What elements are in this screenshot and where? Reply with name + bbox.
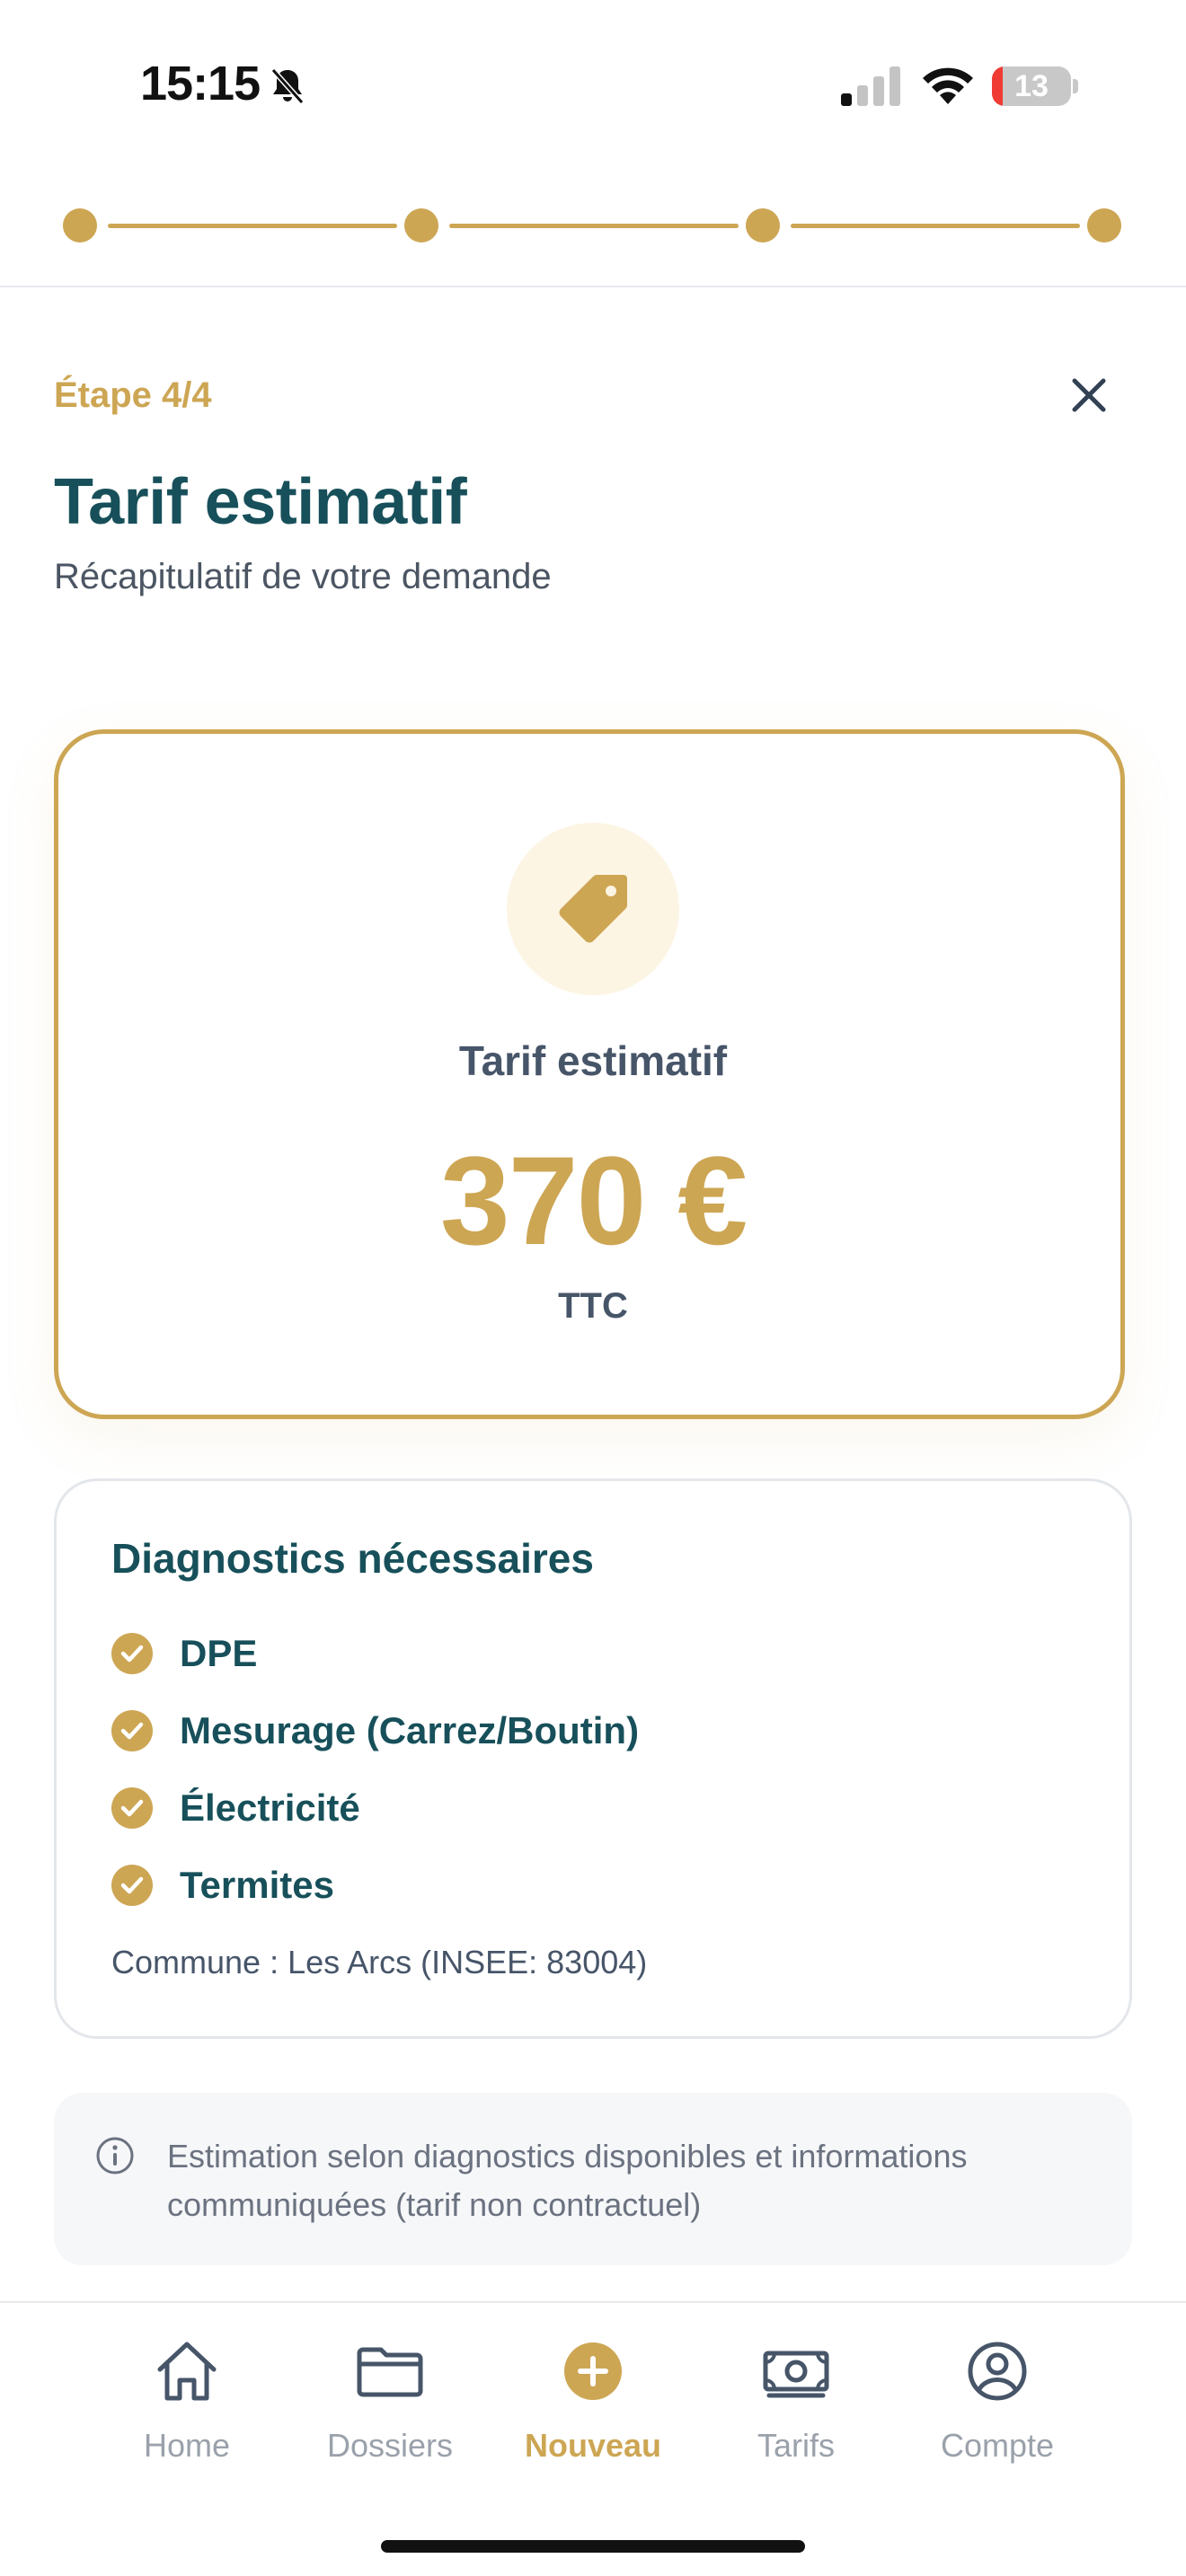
tab-home[interactable]: Home bbox=[88, 2335, 286, 2479]
tab-label: Home bbox=[143, 2427, 231, 2464]
tab-label: Dossiers bbox=[326, 2427, 454, 2464]
step-dot-4 bbox=[1087, 208, 1121, 243]
plus-circle-icon bbox=[564, 2342, 622, 2400]
diagnostics-title: Diagnostics nécessaires bbox=[111, 1535, 594, 1582]
close-icon[interactable] bbox=[1064, 370, 1114, 420]
tab-nouveau[interactable]: Nouveau bbox=[494, 2335, 692, 2479]
diagnostic-label: DPE bbox=[180, 1632, 258, 1674]
header-divider bbox=[0, 286, 1186, 287]
progress-stepper bbox=[63, 208, 1123, 244]
step-line-1 bbox=[108, 224, 397, 228]
price-tag-badge bbox=[507, 823, 679, 995]
check-circle-icon bbox=[111, 1710, 153, 1751]
folder-icon bbox=[357, 2347, 423, 2397]
tab-label: Tarifs bbox=[757, 2427, 835, 2464]
step-dot-1 bbox=[63, 208, 97, 243]
diagnostic-label: Termites bbox=[180, 1864, 334, 1906]
diagnostic-label: Mesurage (Carrez/Boutin) bbox=[180, 1709, 640, 1751]
price-tag-icon bbox=[559, 875, 627, 943]
tabbar-divider bbox=[0, 2301, 1186, 2303]
step-line-3 bbox=[791, 224, 1080, 228]
check-circle-icon bbox=[111, 1865, 153, 1906]
page-subtitle: Récapitulatif de votre demande bbox=[54, 557, 552, 596]
tab-label: Nouveau bbox=[524, 2427, 662, 2464]
status-time: 15:15 bbox=[140, 57, 261, 110]
step-line-2 bbox=[449, 224, 739, 228]
diagnostic-item: DPE bbox=[111, 1631, 257, 1676]
info-text: Estimation selon diagnostics disponibles… bbox=[167, 2138, 968, 2223]
tab-tarifs[interactable]: Tarifs bbox=[697, 2335, 895, 2479]
home-indicator bbox=[381, 2540, 805, 2553]
page-title: Tarif estimatif bbox=[54, 466, 467, 538]
tab-compte[interactable]: Compte bbox=[898, 2335, 1096, 2479]
diagnostic-item: Électricité bbox=[111, 1786, 360, 1831]
tab-dossiers[interactable]: Dossiers bbox=[291, 2335, 489, 2479]
diagnostic-label: Électricité bbox=[180, 1786, 360, 1829]
check-circle-icon bbox=[111, 1787, 153, 1829]
wifi-icon bbox=[923, 67, 973, 104]
banknote-icon bbox=[763, 2351, 829, 2398]
battery-tip bbox=[1073, 79, 1078, 93]
battery-indicator: 13 bbox=[992, 66, 1071, 106]
bell-slash-icon bbox=[270, 68, 305, 104]
battery-level: 13 bbox=[1014, 69, 1049, 103]
step-dot-2 bbox=[404, 208, 438, 243]
diagnostic-item: Mesurage (Carrez/Boutin) bbox=[111, 1708, 639, 1753]
diagnostic-item: Termites bbox=[111, 1863, 334, 1908]
price-label: Tarif estimatif bbox=[458, 1037, 728, 1084]
tab-label: Compte bbox=[940, 2427, 1055, 2464]
check-circle-icon bbox=[111, 1633, 153, 1674]
info-icon bbox=[96, 2137, 134, 2175]
price-amount: 370 € bbox=[439, 1130, 748, 1271]
price-tax-note: TTC bbox=[558, 1286, 628, 1326]
step-label: Étape 4/4 bbox=[54, 375, 212, 415]
home-icon bbox=[157, 2342, 217, 2401]
commune-info: Commune : Les Arcs (INSEE: 83004) bbox=[111, 1944, 648, 1981]
step-dot-3 bbox=[746, 208, 780, 243]
user-circle-icon bbox=[968, 2342, 1027, 2401]
cellular-signal-icon bbox=[841, 66, 900, 106]
